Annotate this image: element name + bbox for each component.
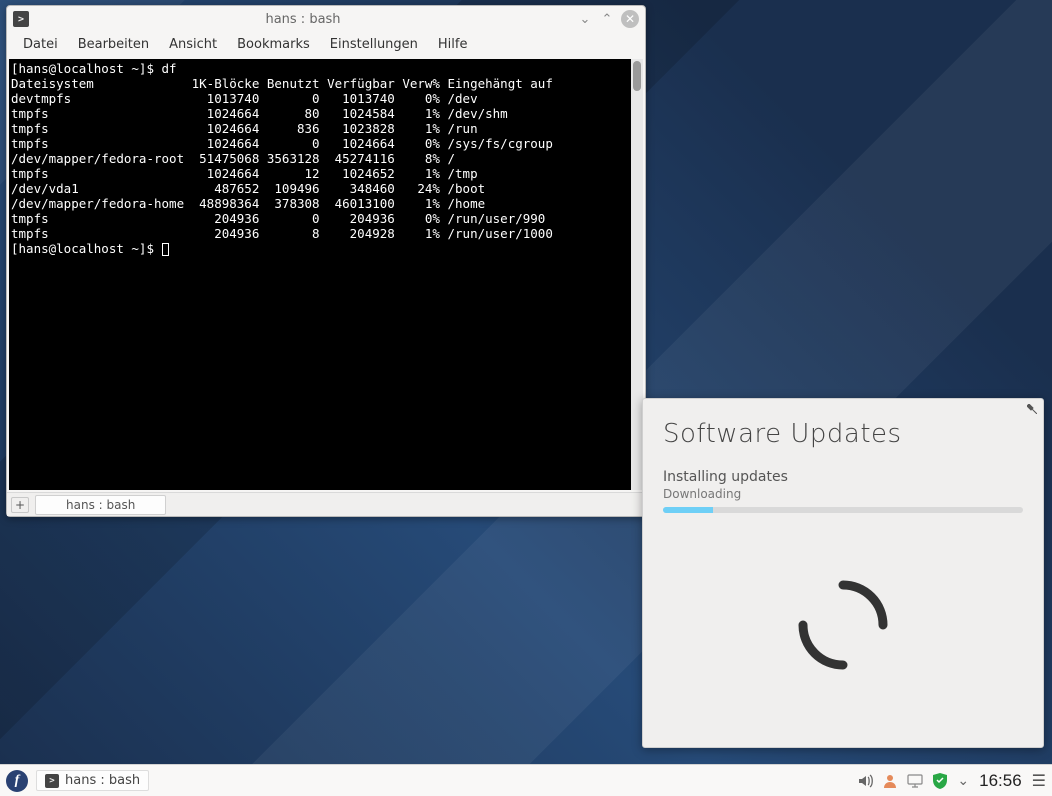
display-icon[interactable] <box>907 774 923 788</box>
close-button[interactable]: ✕ <box>621 10 639 28</box>
notification-status-primary: Installing updates <box>663 469 1023 485</box>
taskbar-item-terminal[interactable]: hans : bash <box>36 770 149 791</box>
pin-icon[interactable] <box>1027 403 1037 417</box>
terminal-area[interactable]: [hans@localhost ~]$ df Dateisystem 1K-Bl… <box>9 59 643 490</box>
fedora-menu-icon[interactable] <box>6 770 28 792</box>
window-title: hans : bash <box>35 12 571 27</box>
software-updates-notification: Software Updates Installing updates Down… <box>642 398 1044 748</box>
menu-bookmarks[interactable]: Bookmarks <box>227 34 320 55</box>
terminal-tab[interactable]: hans : bash <box>35 495 166 515</box>
shield-icon[interactable] <box>933 773 947 789</box>
maximize-button[interactable]: ⌃ <box>599 12 615 27</box>
menu-bar: Datei Bearbeiten Ansicht Bookmarks Einst… <box>7 32 645 59</box>
menu-hilfe[interactable]: Hilfe <box>428 34 478 55</box>
menu-datei[interactable]: Datei <box>13 34 68 55</box>
terminal-window: hans : bash ⌄ ⌃ ✕ Datei Bearbeiten Ansic… <box>6 5 646 517</box>
panel-menu-icon[interactable]: ☰ <box>1032 771 1046 790</box>
chevron-down-icon[interactable]: ⌄ <box>957 773 969 789</box>
terminal-output[interactable]: [hans@localhost ~]$ df Dateisystem 1K-Bl… <box>11 61 643 488</box>
window-titlebar[interactable]: hans : bash ⌄ ⌃ ✕ <box>7 6 645 32</box>
system-tray: ⌄ 16:56 ☰ <box>857 771 1046 791</box>
user-icon[interactable] <box>883 774 897 788</box>
terminal-tabbar: + hans : bash <box>7 492 645 516</box>
menu-einstellungen[interactable]: Einstellungen <box>320 34 428 55</box>
volume-icon[interactable] <box>857 773 873 789</box>
notification-title: Software Updates <box>663 419 1023 449</box>
terminal-task-icon <box>45 774 59 788</box>
desktop-panel: hans : bash ⌄ 16:56 ☰ <box>0 764 1052 796</box>
menu-bearbeiten[interactable]: Bearbeiten <box>68 34 159 55</box>
new-tab-button[interactable]: + <box>11 497 29 513</box>
terminal-app-icon <box>13 11 29 27</box>
menu-ansicht[interactable]: Ansicht <box>159 34 227 55</box>
scrollbar-thumb[interactable] <box>633 61 641 91</box>
clock[interactable]: 16:56 <box>979 771 1022 791</box>
terminal-cursor <box>162 243 169 256</box>
loading-spinner-icon <box>793 575 893 675</box>
taskbar-item-label: hans : bash <box>65 773 140 788</box>
notification-status-secondary: Downloading <box>663 487 1023 501</box>
minimize-button[interactable]: ⌄ <box>577 12 593 27</box>
